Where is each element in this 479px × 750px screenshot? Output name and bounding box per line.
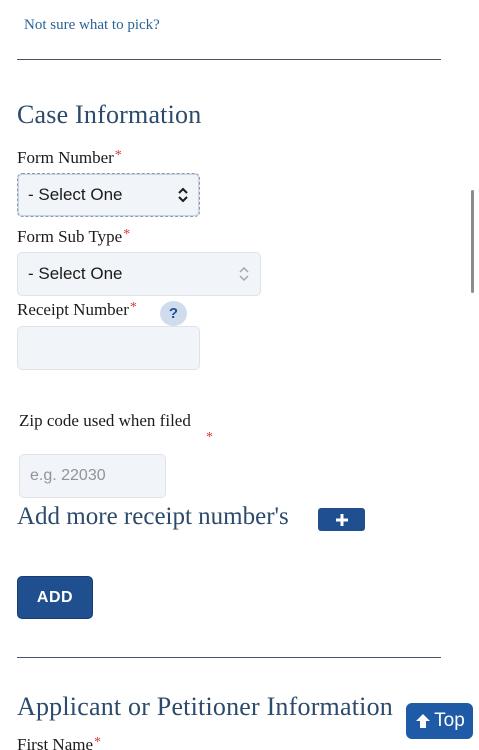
add-receipt-plus-button[interactable] — [318, 508, 365, 531]
back-to-top-button[interactable]: Top — [406, 703, 473, 739]
form-number-label: Form Number* — [17, 148, 122, 167]
receipt-number-input[interactable] — [17, 326, 200, 370]
zip-code-input[interactable]: e.g. 22030 — [19, 454, 166, 498]
form-number-select[interactable]: - Select One — [17, 173, 200, 217]
chevron-updown-icon — [177, 187, 189, 203]
form-number-value: - Select One — [28, 185, 123, 204]
form-sub-type-select[interactable]: - Select One — [17, 252, 261, 296]
first-name-label: First Name* — [17, 735, 102, 750]
arrow-up-icon — [416, 714, 431, 728]
plus-icon — [335, 513, 348, 526]
zip-code-label: Zip code used when filed — [19, 411, 191, 430]
not-sure-link[interactable]: Not sure what to pick? — [24, 17, 160, 34]
required-asterisk: * — [129, 300, 137, 315]
section-divider — [17, 59, 441, 60]
chevron-updown-icon — [238, 266, 250, 282]
scrollbar[interactable] — [471, 190, 474, 293]
form-sub-type-label: Form Sub Type* — [17, 227, 131, 246]
receipt-number-label: Receipt Number* — [17, 300, 137, 319]
form-sub-type-value: - Select One — [28, 264, 123, 283]
help-question-icon[interactable]: ? — [160, 301, 187, 326]
case-information-heading: Case Information — [17, 100, 202, 129]
add-button[interactable]: ADD — [17, 576, 93, 619]
applicant-information-heading: Applicant or Petitioner Information — [17, 692, 393, 721]
required-asterisk: * — [94, 735, 102, 750]
required-asterisk: * — [114, 148, 122, 163]
add-more-receipt-label: Add more receipt number's — [17, 503, 289, 530]
top-label: Top — [434, 710, 465, 731]
required-asterisk: * — [206, 430, 213, 445]
required-asterisk: * — [123, 227, 131, 242]
section-divider — [17, 657, 441, 658]
